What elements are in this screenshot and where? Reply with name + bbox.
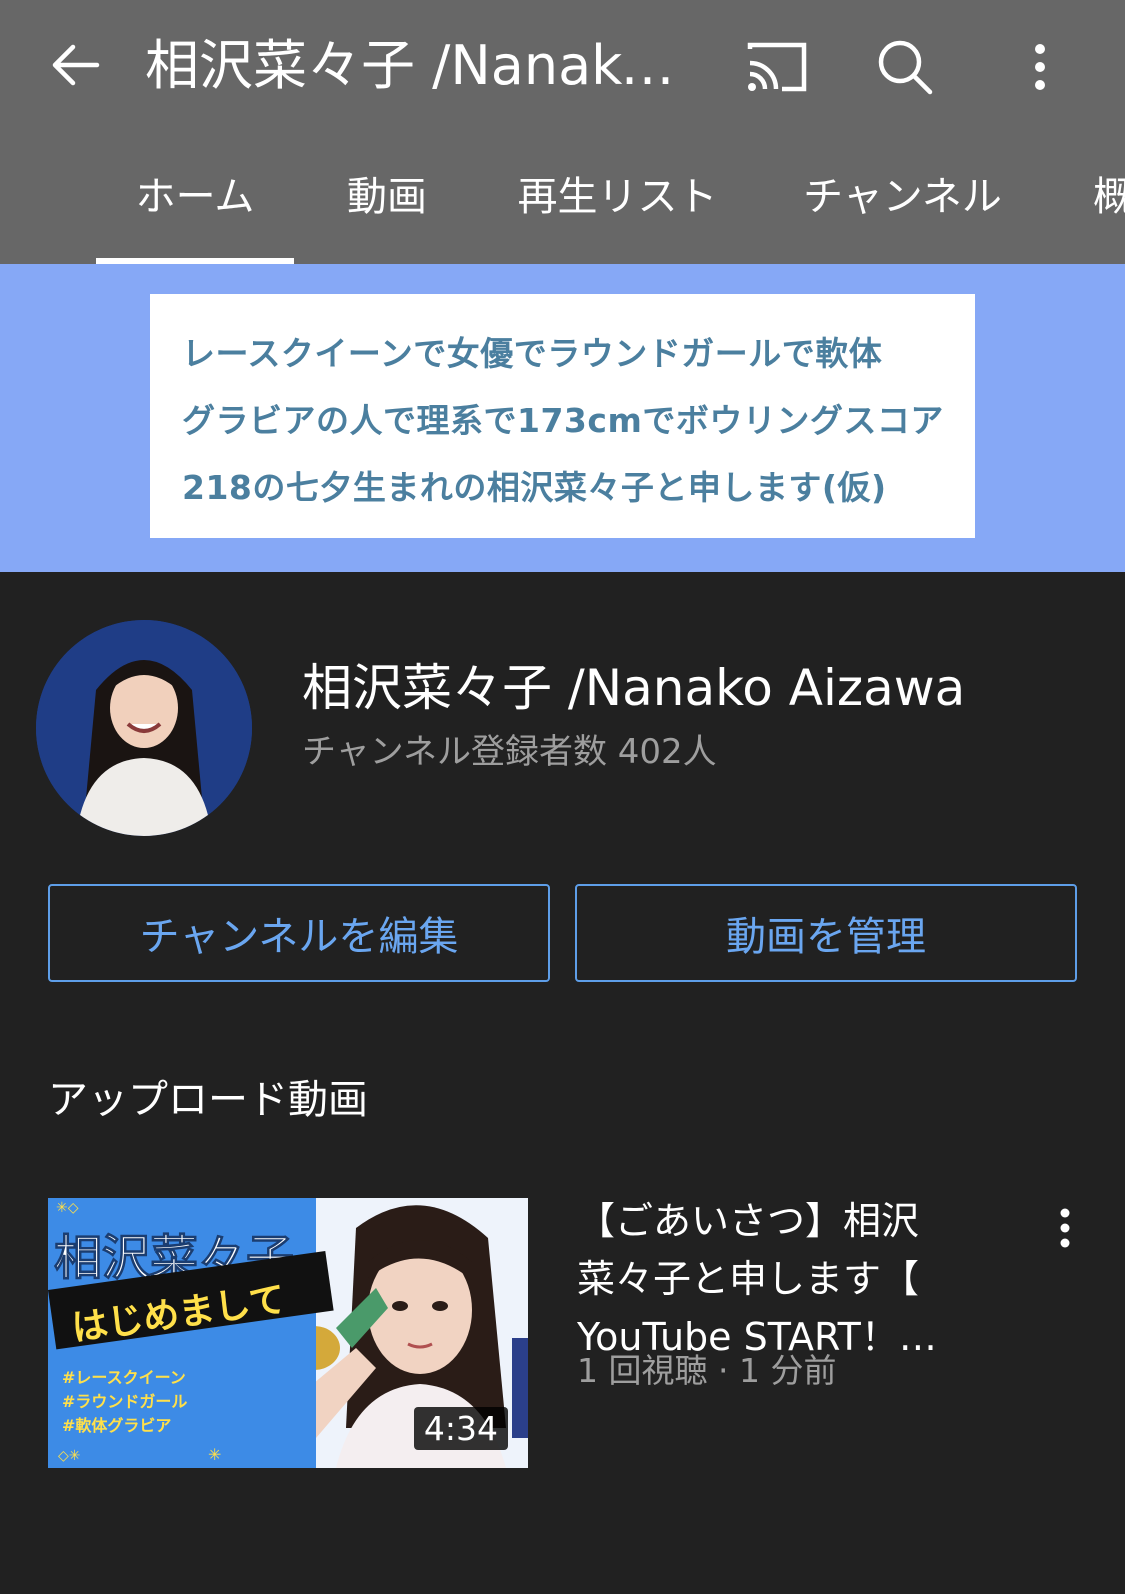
video-title[interactable]: 【ごあいさつ】相沢 菜々子と申します【 YouTube START！… (577, 1192, 977, 1366)
app-bar-title: 相沢菜々子 /Nanako… (145, 34, 705, 97)
channel-banner: レースクイーンで女優でラウンドガールで軟体 グラビアの人で理系で173cmでボウ… (0, 264, 1125, 572)
more-options-button[interactable] (1010, 32, 1070, 102)
tab-playlists[interactable]: 再生リスト (505, 150, 730, 264)
manage-videos-button[interactable]: 動画を管理 (575, 884, 1077, 982)
subscriber-count: チャンネル登録者数 402人 (302, 732, 717, 772)
tab-channels[interactable]: チャンネル (790, 150, 1015, 264)
banner-card: レースクイーンで女優でラウンドガールで軟体 グラビアの人で理系で173cmでボウ… (150, 294, 975, 538)
video-duration-badge: 4:34 (413, 1407, 508, 1450)
channel-name: 相沢菜々子 /Nanako Aizawa (302, 659, 966, 717)
thumbnail-tag: #ラウンドガール (62, 1392, 188, 1411)
svg-text:✳: ✳ (208, 1445, 221, 1464)
tab-videos[interactable]: 動画 (326, 150, 448, 264)
thumbnail-tags: #レースクイーン #ラウンドガール #軟体グラビア (62, 1366, 187, 1438)
banner-line: グラビアの人で理系で173cmでボウリングスコア (182, 401, 944, 440)
tab-about[interactable]: 概 (1093, 150, 1125, 264)
avatar-portrait-image (36, 620, 252, 836)
video-title-line: 菜々子と申します【 (577, 1257, 920, 1301)
more-vert-icon (1060, 1208, 1070, 1248)
thumbnail-tag: #軟体グラビア (62, 1416, 172, 1435)
search-button[interactable] (870, 32, 940, 102)
more-vert-icon (1035, 44, 1045, 90)
search-icon (878, 40, 933, 95)
video-title-line: 【ごあいさつ】相沢 (577, 1199, 920, 1243)
channel-avatar[interactable] (36, 620, 252, 836)
tab-home[interactable]: ホーム (96, 150, 294, 264)
back-button[interactable] (40, 30, 110, 100)
back-arrow-icon (52, 44, 100, 86)
video-list-item[interactable]: ✳◇ ◇ ! ✳ ◇✳ (0, 1198, 1125, 1468)
cast-icon (747, 42, 807, 92)
svg-text:◇✳: ◇✳ (58, 1448, 81, 1464)
video-meta: 1 回視聴 · 1 分前 (577, 1351, 837, 1390)
banner-line: 218の七夕生まれの相沢菜々子と申します(仮) (182, 468, 887, 507)
video-more-button[interactable] (1040, 1198, 1090, 1258)
svg-text:✳◇: ✳◇ (56, 1200, 79, 1216)
edit-channel-button[interactable]: チャンネルを編集 (48, 884, 550, 982)
app-bar: 相沢菜々子 /Nanako… ホーム 動画 再生リスト チャンネル 概 (0, 0, 1125, 264)
video-thumbnail[interactable]: ✳◇ ◇ ! ✳ ◇✳ (48, 1198, 528, 1468)
thumbnail-tag: #レースクイーン (62, 1368, 186, 1387)
banner-line: レースクイーンで女優でラウンドガールで軟体 (182, 334, 883, 373)
uploads-section-title: アップロード動画 (48, 1077, 368, 1123)
cast-button[interactable] (742, 32, 812, 102)
channel-tabs: ホーム 動画 再生リスト チャンネル 概 (0, 150, 1125, 264)
